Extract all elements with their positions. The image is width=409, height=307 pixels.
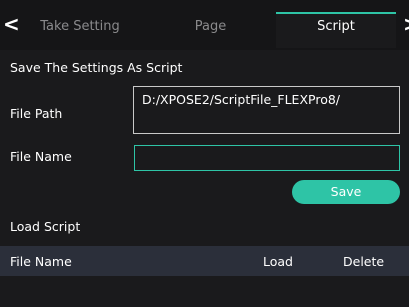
file-path-field[interactable]: D:/XPOSE2/ScriptFile_FLEXPro8/ <box>133 86 400 134</box>
file-name-label: File Name <box>10 149 72 164</box>
tab-page[interactable]: Page <box>158 14 263 48</box>
load-section-title: Load Script <box>10 219 81 234</box>
script-table-header: File Name Load Delete <box>0 246 409 276</box>
column-header-load: Load <box>263 254 293 269</box>
file-path-label: File Path <box>10 106 63 121</box>
tab-script[interactable]: Script <box>276 12 396 48</box>
column-header-file-name: File Name <box>10 254 72 269</box>
file-name-input[interactable] <box>134 145 400 171</box>
column-header-delete: Delete <box>343 254 385 269</box>
tab-bar: < Take Setting Page Script > <box>0 0 409 50</box>
chevron-right-icon[interactable]: > <box>403 14 409 34</box>
chevron-left-icon[interactable]: < <box>3 14 20 34</box>
save-section-title: Save The Settings As Script <box>10 60 183 75</box>
tab-take-setting[interactable]: Take Setting <box>20 14 140 48</box>
save-button[interactable]: Save <box>292 180 400 204</box>
